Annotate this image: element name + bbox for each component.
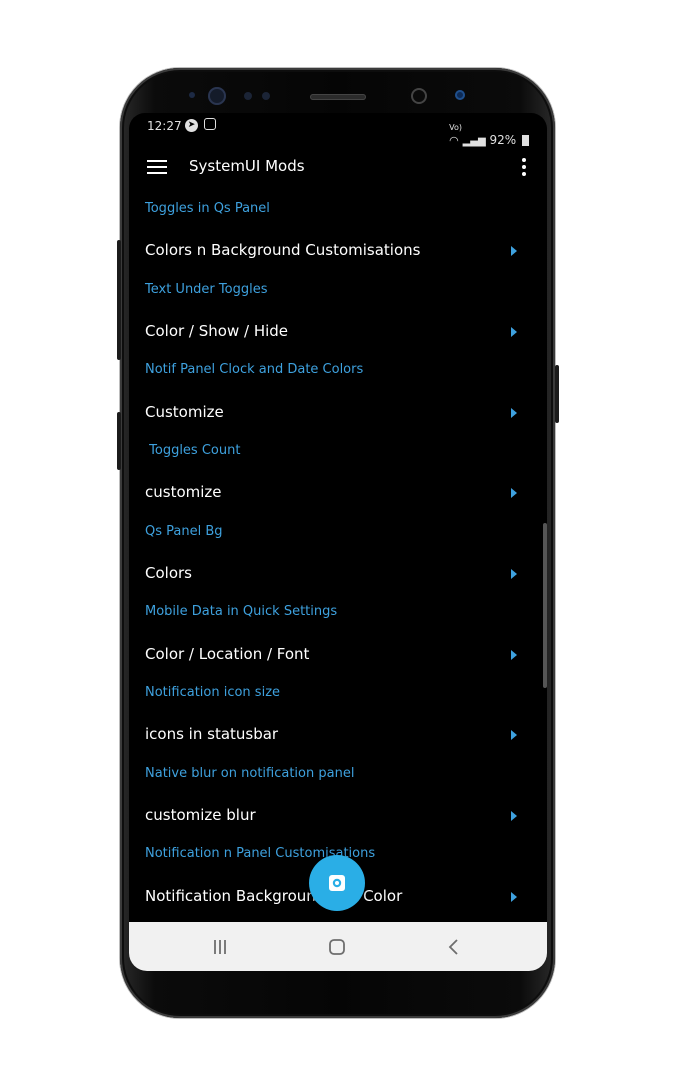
status-right: Vo) ◠ ▂▄▆ 92% bbox=[449, 119, 529, 147]
status-bar: 12:27 ➤ Vo) ◠ ▂▄▆ 92% bbox=[129, 113, 547, 147]
section-header: Native blur on notification panel bbox=[145, 766, 355, 781]
menu-icon[interactable] bbox=[147, 160, 167, 174]
scrollbar[interactable] bbox=[543, 523, 547, 688]
sensor-dot bbox=[262, 92, 270, 100]
list-item-label: customize blur bbox=[145, 806, 256, 824]
recent-apps-icon[interactable] bbox=[205, 934, 235, 960]
front-camera-lens bbox=[455, 90, 465, 100]
home-icon[interactable] bbox=[322, 934, 352, 960]
section-header: Notification icon size bbox=[145, 685, 281, 700]
iris-scanner bbox=[208, 87, 226, 105]
section-header: Notif Panel Clock and Date Colors bbox=[145, 362, 364, 377]
chevron-right-icon bbox=[511, 327, 517, 337]
sensor-dot bbox=[244, 92, 252, 100]
list-item-label: Colors bbox=[145, 564, 192, 582]
list-item[interactable]: Customize bbox=[129, 393, 547, 433]
floating-action-button[interactable] bbox=[309, 855, 365, 911]
chevron-right-icon bbox=[511, 569, 517, 579]
app-title: SystemUI Mods bbox=[189, 157, 305, 175]
section-header: Qs Panel Bg bbox=[145, 524, 223, 539]
list-item[interactable]: Colors bbox=[129, 554, 547, 594]
status-time: 12:27 bbox=[147, 119, 182, 133]
list-item-label: customize bbox=[145, 483, 222, 501]
list-item-label: Color / Location / Font bbox=[145, 645, 310, 663]
instagram-icon bbox=[203, 118, 216, 130]
notification-icons: ➤ bbox=[185, 117, 216, 132]
app-bar: SystemUI Mods bbox=[129, 148, 547, 188]
telegram-icon: ➤ bbox=[185, 119, 198, 132]
volte-icon: Vo) bbox=[449, 123, 463, 132]
chevron-right-icon bbox=[511, 246, 517, 256]
chevron-right-icon bbox=[511, 408, 517, 418]
list-item-label: Color / Show / Hide bbox=[145, 322, 289, 340]
screen: 12:27 ➤ Vo) ◠ ▂▄▆ 92% SystemUI Mods Togg… bbox=[129, 113, 547, 971]
list-item[interactable]: icons in statusbar bbox=[129, 715, 547, 755]
list-item[interactable]: customize bbox=[129, 473, 547, 513]
earpiece-speaker bbox=[310, 94, 366, 100]
battery-icon bbox=[522, 135, 529, 146]
list-item-label: Customize bbox=[145, 403, 224, 421]
power-button bbox=[555, 365, 559, 423]
bixby-button bbox=[117, 412, 121, 470]
front-camera bbox=[411, 88, 427, 104]
chevron-right-icon bbox=[511, 811, 517, 821]
chevron-right-icon bbox=[511, 892, 517, 902]
section-header: Toggles Count bbox=[145, 443, 241, 458]
more-options-icon[interactable] bbox=[521, 158, 527, 178]
system-nav-bar bbox=[129, 922, 547, 971]
section-header: Toggles in Qs Panel bbox=[145, 201, 270, 216]
wifi-icon: ◠ bbox=[449, 134, 459, 147]
list-item[interactable]: Color / Location / Font bbox=[129, 635, 547, 675]
list-item-label: icons in statusbar bbox=[145, 725, 279, 743]
list-item[interactable]: customize blur bbox=[129, 796, 547, 836]
section-header: Mobile Data in Quick Settings bbox=[145, 604, 338, 619]
list-item[interactable]: Colors n Background Customisations bbox=[129, 231, 547, 271]
battery-percent: 92% bbox=[489, 133, 517, 147]
list-item-label: Colors n Background Customisations bbox=[145, 241, 421, 259]
volume-button bbox=[117, 240, 121, 360]
chevron-right-icon bbox=[511, 730, 517, 740]
chevron-right-icon bbox=[511, 650, 517, 660]
section-header: Text Under Toggles bbox=[145, 282, 268, 297]
back-icon[interactable] bbox=[439, 934, 469, 960]
settings-gear-icon bbox=[325, 871, 349, 895]
sensor-dot bbox=[189, 92, 195, 98]
chevron-right-icon bbox=[511, 488, 517, 498]
list-item[interactable]: Color / Show / Hide bbox=[129, 312, 547, 352]
signal-icon: ▂▄▆ bbox=[462, 136, 486, 147]
